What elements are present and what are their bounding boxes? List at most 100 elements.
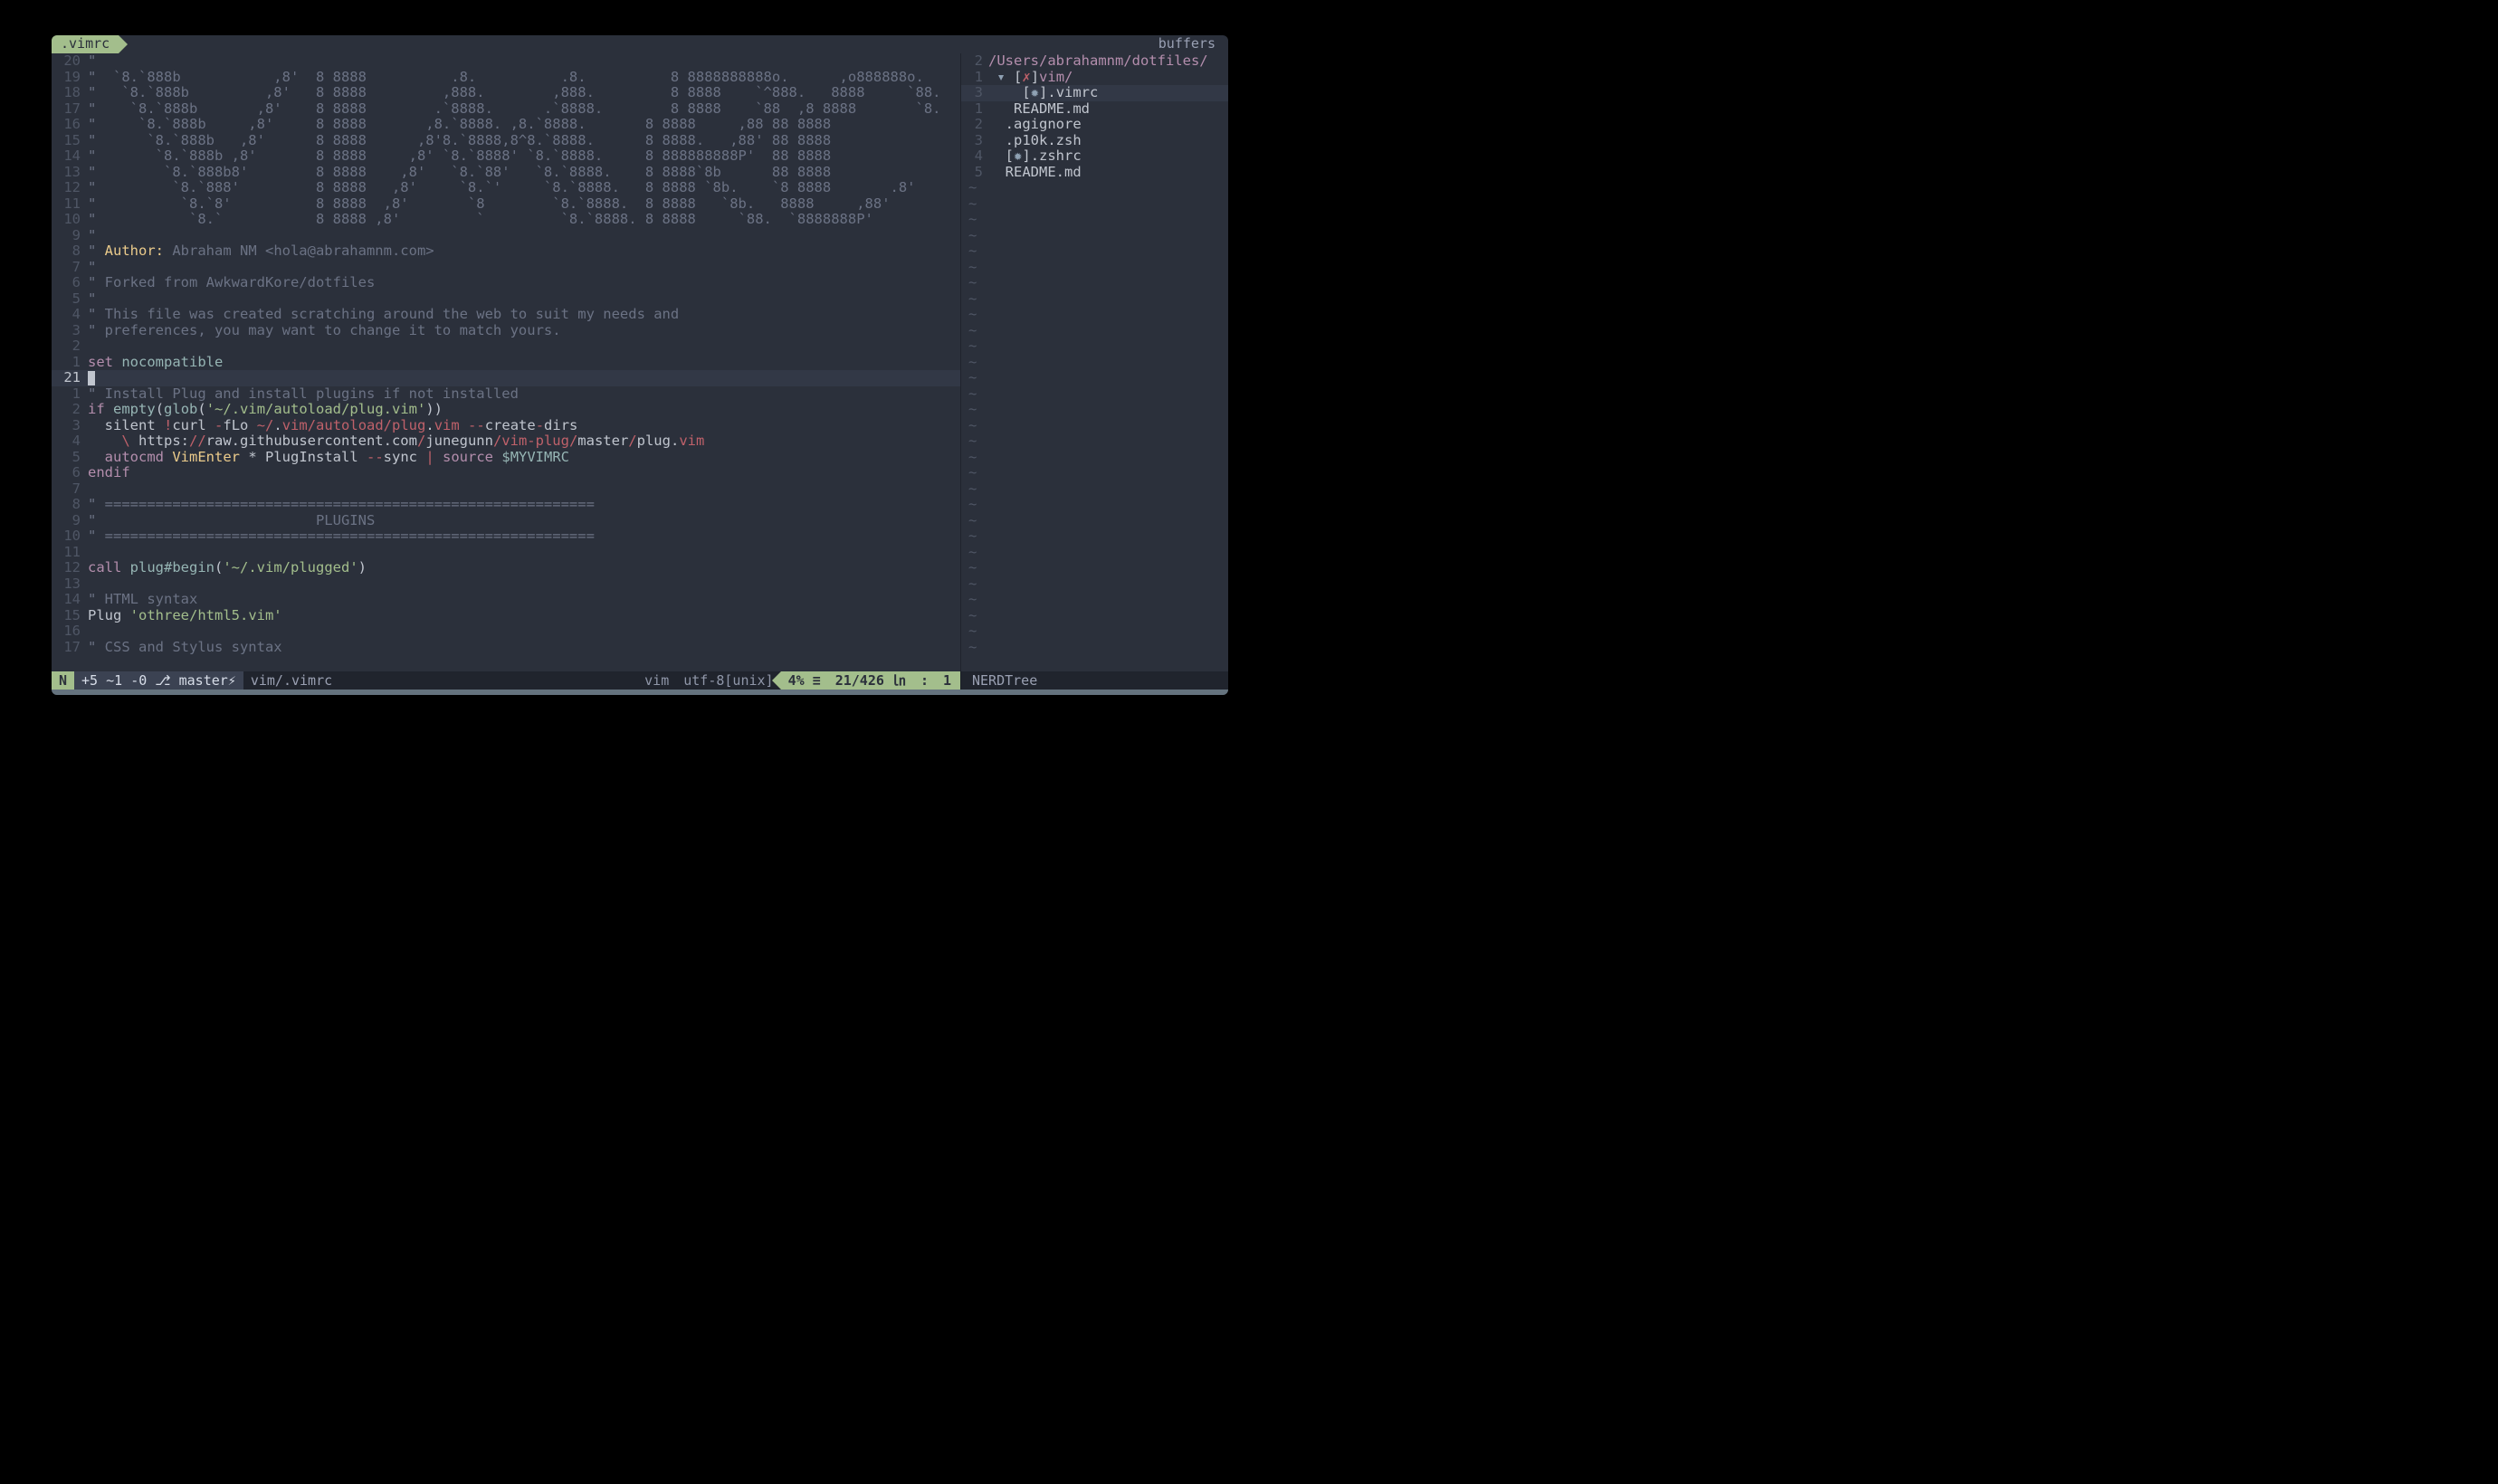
tree-item-label: /Users/abrahamnm/dotfiles/ xyxy=(988,53,1208,69)
code-line[interactable]: 18" `8.`888b ,8' 8 8888 ,888. ,888. 8 88… xyxy=(52,85,960,101)
active-tab[interactable]: .vimrc xyxy=(52,35,119,53)
code-line[interactable]: 1set nocompatible xyxy=(52,355,960,371)
code-line[interactable]: 16 xyxy=(52,623,960,640)
code-line[interactable]: 5 autocmd VimEnter * PlugInstall --sync … xyxy=(52,450,960,466)
tree-item[interactable]: 1 README.md xyxy=(961,101,1228,118)
tree-item-label: [✹].zshrc xyxy=(988,148,1082,164)
code-area[interactable]: 20" 19" `8.`888b ,8' 8 8888 .8. .8. 8 88… xyxy=(52,53,960,671)
code-line[interactable]: 10" ====================================… xyxy=(52,528,960,545)
tree-empty-line: ~ xyxy=(961,528,1228,545)
line-number: 10 xyxy=(52,212,88,228)
line-number: 9 xyxy=(52,228,88,244)
tree-line-number: 3 xyxy=(961,133,988,148)
buffers-label[interactable]: buffers xyxy=(1149,35,1228,53)
code-line[interactable]: 7 xyxy=(52,481,960,498)
line-position: 21/426 ㏑ xyxy=(828,671,913,690)
line-content: call plug#begin('~/.vim/plugged') xyxy=(88,560,367,576)
line-number: 15 xyxy=(52,133,88,149)
tree-empty-line: ~ xyxy=(961,465,1228,481)
code-line[interactable]: 7" xyxy=(52,260,960,276)
nerdtree-pane[interactable]: 2/Users/abrahamnm/dotfiles/1 ▾ [✗]vim/3 … xyxy=(960,53,1228,671)
tree-empty-line: ~ xyxy=(961,560,1228,576)
code-line[interactable]: 21 xyxy=(52,370,960,386)
line-content: " CSS and Stylus syntax xyxy=(88,640,282,656)
tree-line-number: 1 xyxy=(961,70,988,85)
code-line[interactable]: 20" xyxy=(52,53,960,70)
code-line[interactable]: 4 \ https://raw.githubusercontent.com/ju… xyxy=(52,433,960,450)
line-number: 11 xyxy=(52,196,88,213)
code-line[interactable]: 3 silent !curl -fLo ~/.vim/autoload/plug… xyxy=(52,418,960,434)
tree-item-label: [✹].vimrc xyxy=(988,85,1098,100)
line-content: " HTML syntax xyxy=(88,592,197,608)
code-line[interactable]: 17" CSS and Stylus syntax xyxy=(52,640,960,656)
line-content: " ======================================… xyxy=(88,497,595,513)
tree-area[interactable]: 2/Users/abrahamnm/dotfiles/1 ▾ [✗]vim/3 … xyxy=(961,53,1228,655)
status-right: NERDTree xyxy=(960,671,1228,690)
line-content: " `8.`888b8' 8 8888 ,8' `8.`88' `8.`8888… xyxy=(88,165,831,181)
tree-empty-line: ~ xyxy=(961,291,1228,308)
line-number: 5 xyxy=(52,450,88,466)
code-line[interactable]: 14" `8.`888b ,8' 8 8888 ,8' `8.`8888' `8… xyxy=(52,148,960,165)
line-content: " `8.`888b ,8' 8 8888 ,8.`8888. ,8.`8888… xyxy=(88,117,831,133)
code-line[interactable]: 9" PLUGINS xyxy=(52,513,960,529)
code-line[interactable]: 1" Install Plug and install plugins if n… xyxy=(52,386,960,403)
line-content: " xyxy=(88,228,96,244)
tree-empty-line: ~ xyxy=(961,402,1228,418)
code-line[interactable]: 4" This file was created scratching arou… xyxy=(52,307,960,323)
line-content: " `8.`888b ,8' 8 8888 ,888. ,888. 8 8888… xyxy=(88,85,941,101)
tree-item[interactable]: 1 ▾ [✗]vim/ xyxy=(961,70,1228,86)
nerdtree-label: NERDTree xyxy=(972,673,1037,689)
editor-pane[interactable]: 20" 19" `8.`888b ,8' 8 8888 .8. .8. 8 88… xyxy=(52,53,960,671)
tree-item[interactable]: 3 .p10k.zsh xyxy=(961,133,1228,149)
code-line[interactable]: 11" `8.`8' 8 8888 ,8' `8 `8.`8888. 8 888… xyxy=(52,196,960,213)
code-line[interactable]: 2 xyxy=(52,338,960,355)
line-content: " ======================================… xyxy=(88,528,595,545)
tree-item-label: .p10k.zsh xyxy=(988,133,1082,148)
code-line[interactable]: 13 xyxy=(52,576,960,593)
code-line[interactable]: 13" `8.`888b8' 8 8888 ,8' `8.`88' `8.`88… xyxy=(52,165,960,181)
code-line[interactable]: 14" HTML syntax xyxy=(52,592,960,608)
code-line[interactable]: 15Plug 'othree/html5.vim' xyxy=(52,608,960,624)
code-line[interactable]: 11 xyxy=(52,545,960,561)
code-line[interactable]: 10" `8.` 8 8888 ,8' ` `8.`8888. 8 8888 `… xyxy=(52,212,960,228)
line-content: autocmd VimEnter * PlugInstall --sync | … xyxy=(88,450,569,466)
code-line[interactable]: 12call plug#begin('~/.vim/plugged') xyxy=(52,560,960,576)
code-line[interactable]: 6endif xyxy=(52,465,960,481)
tree-item[interactable]: 2/Users/abrahamnm/dotfiles/ xyxy=(961,53,1228,70)
code-line[interactable]: 16" `8.`888b ,8' 8 8888 ,8.`8888. ,8.`88… xyxy=(52,117,960,133)
line-content: \ https://raw.githubusercontent.com/june… xyxy=(88,433,704,450)
tree-item[interactable]: 3 [✹].vimrc xyxy=(961,85,1228,101)
tree-item-label: .agignore xyxy=(988,117,1082,132)
code-line[interactable]: 15" `8.`888b ,8' 8 8888 ,8'8.`8888,8^8.`… xyxy=(52,133,960,149)
code-line[interactable]: 3" preferences, you may want to change i… xyxy=(52,323,960,339)
code-line[interactable]: 19" `8.`888b ,8' 8 8888 .8. .8. 8 888888… xyxy=(52,70,960,86)
code-line[interactable]: 9" xyxy=(52,228,960,244)
code-line[interactable]: 5" xyxy=(52,291,960,308)
code-line[interactable]: 17" `8.`888b ,8' 8 8888 .`8888. .`8888. … xyxy=(52,101,960,118)
line-number: 4 xyxy=(52,433,88,450)
tree-item-label: README.md xyxy=(988,101,1090,117)
line-number: 5 xyxy=(52,291,88,308)
tree-line-number: 1 xyxy=(961,101,988,117)
code-line[interactable]: 8" Author: Abraham NM <hola@abrahamnm.co… xyxy=(52,243,960,260)
code-line[interactable]: 2if empty(glob('~/.vim/autoload/plug.vim… xyxy=(52,402,960,418)
tree-item[interactable]: 2 .agignore xyxy=(961,117,1228,133)
tree-empty-line: ~ xyxy=(961,275,1228,291)
tree-item[interactable]: 5 README.md xyxy=(961,165,1228,181)
line-number: 17 xyxy=(52,640,88,656)
code-line[interactable]: 8" =====================================… xyxy=(52,497,960,513)
line-number: 13 xyxy=(52,165,88,181)
mode-indicator: N xyxy=(52,671,74,690)
tree-empty-line: ~ xyxy=(961,592,1228,608)
line-number: 2 xyxy=(52,338,88,355)
line-number: 8 xyxy=(52,497,88,513)
code-line[interactable]: 12" `8.`888' 8 8888 ,8' `8.`' `8.`8888. … xyxy=(52,180,960,196)
tree-item[interactable]: 4 [✹].zshrc xyxy=(961,148,1228,165)
tree-empty-line: ~ xyxy=(961,576,1228,593)
tree-empty-line: ~ xyxy=(961,497,1228,513)
tree-empty-line: ~ xyxy=(961,212,1228,228)
line-number: 6 xyxy=(52,465,88,481)
line-content: " `8.` 8 8888 ,8' ` `8.`8888. 8 8888 `88… xyxy=(88,212,873,228)
code-line[interactable]: 6" Forked from AwkwardKore/dotfiles xyxy=(52,275,960,291)
line-number: 13 xyxy=(52,576,88,593)
